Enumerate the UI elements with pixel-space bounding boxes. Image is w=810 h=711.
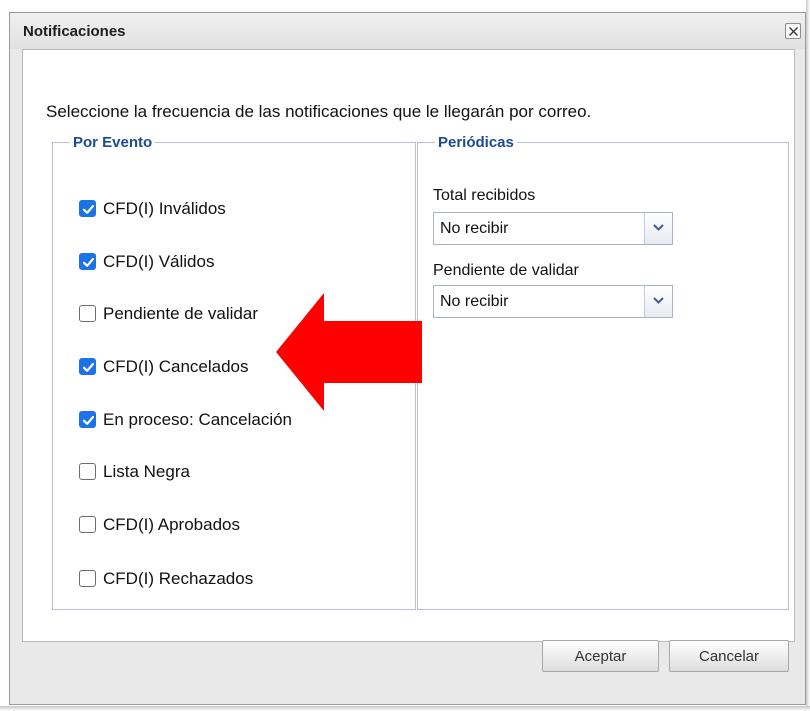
select-value: No recibir <box>440 220 509 237</box>
checkbox[interactable] <box>79 463 96 480</box>
checkbox[interactable] <box>79 200 96 217</box>
dropdown-button[interactable] <box>644 286 672 317</box>
instructions-text: Seleccione la frecuencia de las notifica… <box>46 102 592 121</box>
window-shadow-bottom <box>0 706 810 711</box>
select-value: No recibir <box>440 293 509 310</box>
checkbox-label: CFD(I) Cancelados <box>103 357 249 376</box>
dialog-titlebar[interactable]: Notificaciones <box>10 13 805 49</box>
checkbox[interactable] <box>79 358 96 375</box>
checkbox-label: CFD(I) Válidos <box>103 252 215 271</box>
checkbox-label: Lista Negra <box>103 462 190 481</box>
close-button[interactable] <box>785 23 801 39</box>
total-recibidos-select[interactable]: No recibir <box>433 212 673 245</box>
periodicas-fieldset: Periódicas Total recibidos No recibir Pe… <box>417 134 789 610</box>
checkmark-icon <box>82 362 95 372</box>
checkbox-label: CFD(I) Inválidos <box>103 199 226 218</box>
red-arrow-icon <box>276 293 422 411</box>
window-shadow-right <box>806 0 810 711</box>
pendiente-validar-select[interactable]: No recibir <box>433 285 673 318</box>
checkbox[interactable] <box>79 516 96 533</box>
checkbox-label: CFD(I) Aprobados <box>103 515 240 534</box>
accept-button[interactable]: Aceptar <box>542 640 659 672</box>
checkmark-icon <box>82 415 95 425</box>
checkbox-label: Pendiente de validar <box>103 304 259 323</box>
checkbox-label: En proceso: Cancelación <box>103 410 293 429</box>
periodicas-legend: Periódicas <box>438 134 514 151</box>
dropdown-button[interactable] <box>644 213 672 244</box>
por-evento-legend: Por Evento <box>73 134 153 151</box>
chevron-down-icon <box>653 224 664 231</box>
dialog-title: Notificaciones <box>23 23 126 40</box>
cancel-button[interactable]: Cancelar <box>669 640 789 672</box>
total-recibidos-label: Total recibidos <box>433 187 536 204</box>
pendiente-validar-label: Pendiente de validar <box>433 262 579 279</box>
close-icon <box>789 27 798 36</box>
checkbox[interactable] <box>79 411 96 428</box>
checkmark-icon <box>82 257 95 267</box>
chevron-down-icon <box>653 297 664 304</box>
checkbox[interactable] <box>79 305 96 322</box>
checkbox-label: CFD(I) Rechazados <box>103 569 254 588</box>
checkbox[interactable] <box>79 570 96 587</box>
checkmark-icon <box>82 204 95 214</box>
checkbox[interactable] <box>79 253 96 270</box>
